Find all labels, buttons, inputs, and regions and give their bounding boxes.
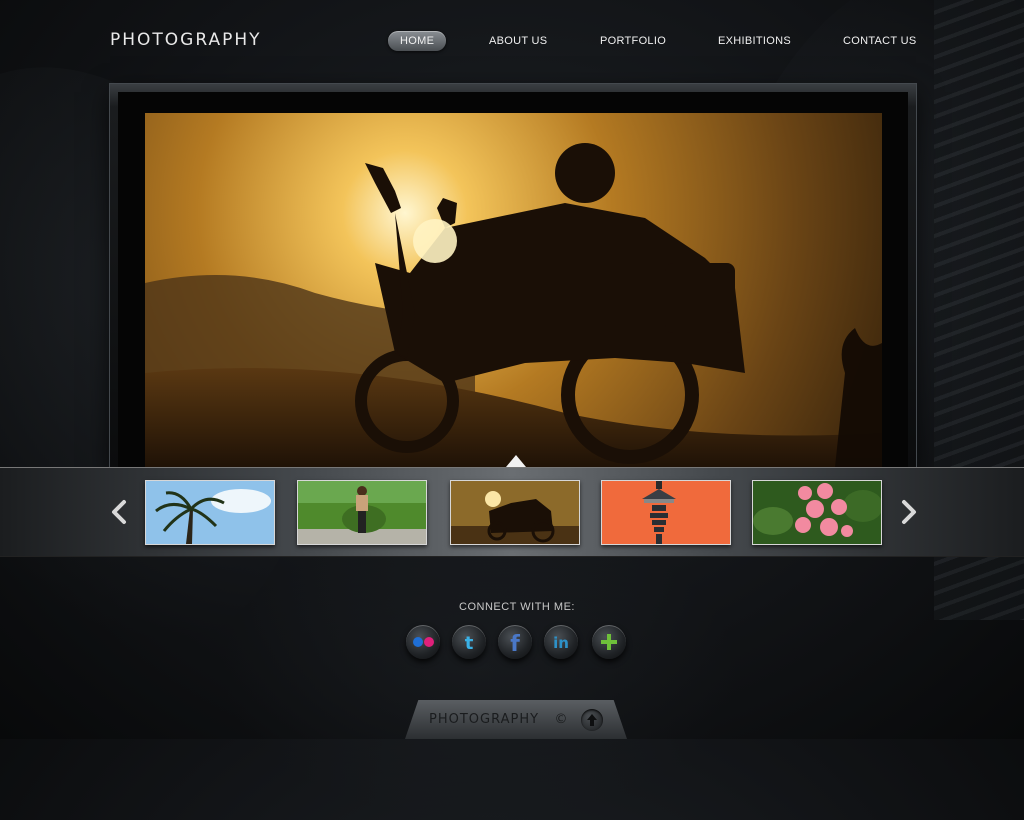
thumbnail-motorcycle-rider[interactable] [297, 480, 427, 545]
linkedin-button[interactable]: in [544, 625, 578, 659]
thumbnail-street-lamp[interactable] [601, 480, 731, 545]
next-arrow-button[interactable] [896, 498, 920, 526]
nav-item-portfolio[interactable]: PORTFOLIO [600, 31, 666, 51]
footer-site-name: PHOTOGRAPHY [429, 712, 540, 727]
copyright-symbol: © [554, 712, 569, 727]
thumbnail-motorcycle-sunset[interactable] [450, 480, 580, 545]
svg-text:in: in [553, 634, 569, 652]
thumbnail-pink-flowers[interactable] [752, 480, 882, 545]
plus-icon [601, 634, 617, 650]
arrow-up-icon [587, 714, 597, 726]
site-logo[interactable]: PHOTOGRAPHY [110, 30, 262, 50]
twitter-button[interactable]: t [452, 625, 486, 659]
svg-text:f: f [510, 632, 520, 657]
svg-text:t: t [465, 633, 474, 654]
prev-arrow-button[interactable] [108, 498, 132, 526]
back-to-top-button[interactable] [581, 709, 603, 731]
main-nav: HOME ABOUT US PORTFOLIO EXHIBITIONS CONT… [388, 31, 928, 51]
nav-item-home[interactable]: HOME [388, 31, 447, 51]
flickr-icon [413, 637, 434, 647]
footer-copyright: PHOTOGRAPHY © [429, 712, 568, 727]
background-leaf [220, 520, 740, 820]
chevron-left-icon [112, 500, 126, 524]
flickr-button[interactable] [406, 625, 440, 659]
facebook-button[interactable]: f [498, 625, 532, 659]
twitter-icon: t [465, 633, 474, 654]
nav-item-about-us[interactable]: ABOUT US [489, 31, 547, 51]
chevron-right-icon [902, 500, 916, 524]
thumbnail-palm-tree[interactable] [145, 480, 275, 545]
facebook-icon: f [510, 632, 520, 657]
nav-item-contact-us[interactable]: CONTACT US [843, 31, 917, 51]
linkedin-icon: in [553, 634, 569, 652]
active-thumbnail-indicator [506, 455, 526, 467]
hero-image [145, 113, 882, 467]
plus-button[interactable] [592, 625, 626, 659]
connect-heading: CONNECT WITH ME: [459, 601, 575, 613]
nav-item-exhibitions[interactable]: EXHIBITIONS [718, 31, 791, 51]
